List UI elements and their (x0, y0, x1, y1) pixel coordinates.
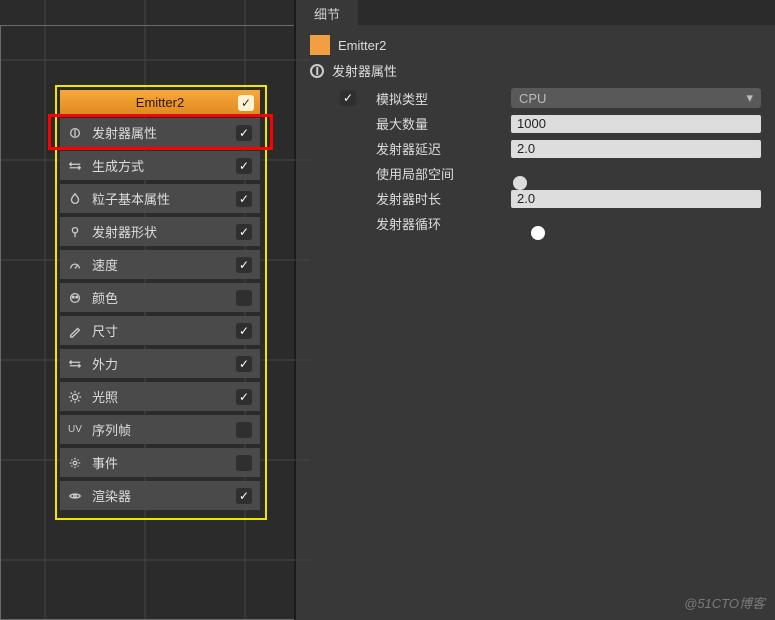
module-checkbox[interactable] (236, 290, 252, 306)
pencil-icon (68, 324, 82, 338)
section-expand-checkbox[interactable] (340, 90, 356, 106)
prop-simtype-dropdown[interactable]: CPU (511, 88, 761, 108)
object-name: Emitter2 (338, 38, 386, 53)
module-checkbox[interactable] (236, 389, 252, 405)
module-row-basic[interactable]: 粒子基本属性 (60, 184, 260, 213)
prop-label-localspace: 使用局部空间 (376, 164, 511, 183)
circle-icon (68, 126, 82, 140)
module-label: 发射器属性 (92, 123, 226, 142)
prop-delay-value: 2.0 (517, 141, 535, 156)
prop-duration-value: 2.0 (517, 191, 535, 206)
module-checkbox[interactable] (236, 356, 252, 372)
prop-duration-input[interactable]: 2.0 (511, 190, 761, 208)
prop-label-loop: 发射器循环 (376, 214, 511, 233)
module-row-spawn[interactable]: 生成方式 (60, 151, 260, 180)
module-checkbox[interactable] (236, 191, 252, 207)
emitter-header[interactable]: Emitter2 (60, 90, 260, 115)
module-label: 序列帧 (92, 420, 226, 439)
section-icon (310, 64, 324, 78)
prop-delay-input[interactable]: 2.0 (511, 140, 761, 158)
module-row-size[interactable]: 尺寸 (60, 316, 260, 345)
left-graph-pane: Emitter2 发射器属性生成方式粒子基本属性发射器形状速度颜色尺寸外力光照 U… (0, 0, 294, 620)
module-label: 颜色 (92, 288, 226, 307)
section-header[interactable]: 发射器属性 (310, 61, 761, 80)
palette-icon (68, 291, 82, 305)
module-checkbox[interactable] (236, 455, 252, 471)
emitter-header-checkbox[interactable] (238, 95, 254, 111)
module-checkbox[interactable] (236, 488, 252, 504)
module-checkbox[interactable] (236, 323, 252, 339)
prop-simtype-value: CPU (519, 91, 546, 106)
uv-icon: UV (68, 423, 82, 437)
module-row-color[interactable]: 颜色 (60, 283, 260, 312)
tab-bar: 细节 (296, 0, 775, 25)
module-row-uv[interactable]: UV 序列帧 (60, 415, 260, 444)
module-label: 尺寸 (92, 321, 226, 340)
object-header: Emitter2 (310, 35, 761, 55)
module-list: 发射器属性生成方式粒子基本属性发射器形状速度颜色尺寸外力光照 UV 序列帧事件渲染器 (60, 118, 260, 510)
module-label: 外力 (92, 354, 226, 373)
prop-maxcount-input[interactable]: 1000 (511, 115, 761, 133)
module-checkbox[interactable] (236, 158, 252, 174)
prop-label-delay: 发射器延迟 (376, 139, 511, 158)
module-label: 渲染器 (92, 486, 226, 505)
module-row-shape[interactable]: 发射器形状 (60, 217, 260, 246)
details-pane: 细节 Emitter2 发射器属性 模拟类型 CPU 最大数量 1000 发射器… (296, 0, 775, 620)
tab-details-label: 细节 (314, 4, 340, 23)
arrows-h-icon (68, 159, 82, 173)
pin-icon (68, 225, 82, 239)
module-row-light[interactable]: 光照 (60, 382, 260, 411)
prop-label-duration: 发射器时长 (376, 189, 511, 208)
module-row-emitter-props[interactable]: 发射器属性 (60, 118, 260, 147)
module-row-velocity[interactable]: 速度 (60, 250, 260, 279)
module-label: 发射器形状 (92, 222, 226, 241)
eye-icon (68, 489, 82, 503)
emitter-header-label: Emitter2 (136, 95, 184, 110)
watermark: @51CTO博客 (684, 593, 765, 612)
object-color-swatch[interactable] (310, 35, 330, 55)
module-row-renderer[interactable]: 渲染器 (60, 481, 260, 510)
flame-icon (68, 192, 82, 206)
module-checkbox[interactable] (236, 224, 252, 240)
prop-maxcount-value: 1000 (517, 116, 546, 131)
module-row-force[interactable]: 外力 (60, 349, 260, 378)
module-label: 速度 (92, 255, 226, 274)
arrows-lr-icon (68, 357, 82, 371)
prop-label-maxcount: 最大数量 (376, 114, 511, 133)
module-label: 生成方式 (92, 156, 226, 175)
module-checkbox[interactable] (236, 125, 252, 141)
section-title: 发射器属性 (332, 61, 397, 80)
prop-label-simtype: 模拟类型 (376, 89, 511, 108)
module-label: 事件 (92, 453, 226, 472)
module-row-event[interactable]: 事件 (60, 448, 260, 477)
gear-icon (68, 456, 82, 470)
gauge-icon (68, 258, 82, 272)
sun-icon (68, 390, 82, 404)
module-checkbox[interactable] (236, 422, 252, 438)
module-label: 粒子基本属性 (92, 189, 226, 208)
module-label: 光照 (92, 387, 226, 406)
module-checkbox[interactable] (236, 257, 252, 273)
